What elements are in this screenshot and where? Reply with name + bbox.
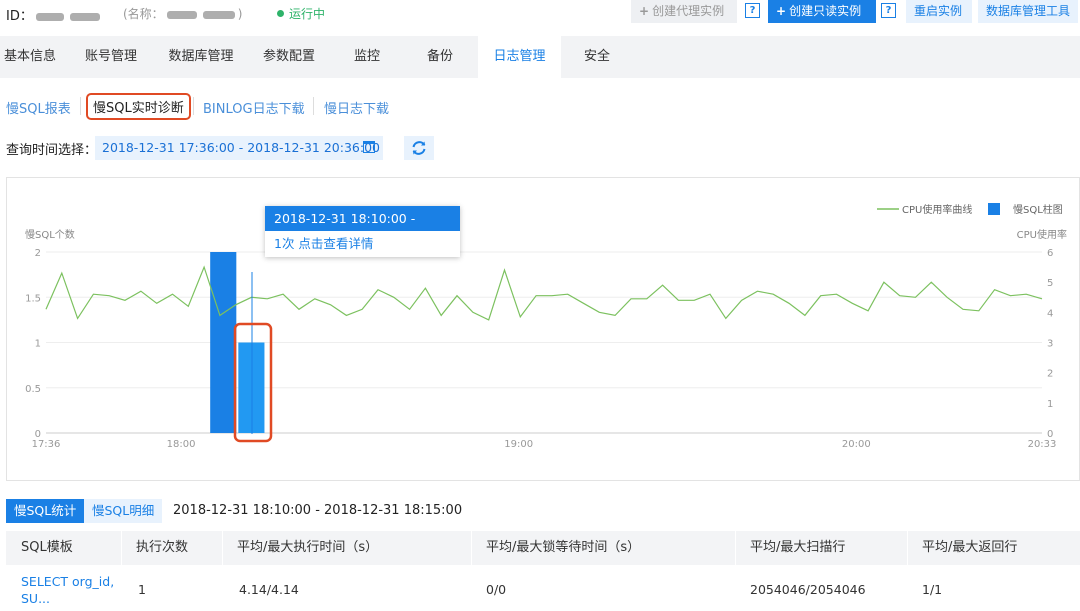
name-prefix: (名称：	[123, 7, 164, 21]
subtab-slowlog-download[interactable]: 慢日志下载	[324, 98, 389, 117]
instance-name: (名称：)	[123, 7, 243, 21]
restart-button[interactable]: 重启实例	[906, 0, 972, 23]
create-readonly-label: 创建只读实例	[789, 4, 862, 18]
x-tick: 20:33	[1028, 439, 1057, 450]
x-tick: 17:36	[32, 439, 61, 450]
subtab-slow-sql-realtime[interactable]: 慢SQL实时诊断	[86, 93, 191, 120]
slow-sql-chart: CPU使用率曲线 慢SQL柱图 慢SQL个数 CPU使用率 2 1.5 1 0.5 0 6…	[6, 177, 1080, 481]
refresh-icon	[412, 141, 426, 155]
instance-header: ID： (名称：) 运行中 + 创建代理实例 ? + 创建只读实例 ? 重启实例 数…	[0, 0, 1080, 26]
tab-slow-sql-detail[interactable]: 慢SQL明细	[84, 499, 163, 523]
help-icon[interactable]: ?	[745, 3, 760, 18]
y-tick-right: 6	[1047, 248, 1053, 259]
y-tick-left: 1	[35, 339, 41, 350]
scan-rows: 2054046/2054046	[750, 582, 866, 597]
sql-template-link[interactable]: SELECT org_id, SU...	[21, 573, 114, 607]
create-proxy-label: 创建代理实例	[652, 4, 725, 18]
create-readonly-button[interactable]: + 创建只读实例	[768, 0, 876, 23]
exec-time: 4.14/4.14	[239, 582, 299, 597]
tooltip-time: 2018-12-31 18:10:00 - 18:15:00	[265, 206, 460, 251]
instance-id: ID：	[6, 5, 103, 24]
tab-log-management[interactable]: 日志管理	[478, 36, 561, 78]
legend-cpu-line[interactable]: CPU使用率曲线	[902, 203, 972, 216]
plus-icon: +	[776, 4, 787, 18]
return-rows: 1/1	[922, 582, 943, 597]
tab-security[interactable]: 安全	[577, 36, 617, 78]
tooltip-detail-link[interactable]: 1次 点击查看详情	[265, 231, 460, 256]
tab-basic-info[interactable]: 基本信息	[0, 36, 60, 78]
subtab-divider	[313, 97, 314, 115]
status-dot-icon	[277, 10, 284, 17]
legend-bar-marker	[988, 203, 1000, 215]
y-tick-right: 2	[1047, 369, 1053, 380]
y-tick-right: 3	[1047, 339, 1053, 350]
col-lock-time: 平均/最大锁等待时间（s）	[486, 540, 641, 555]
y-tick-right: 1	[1047, 399, 1053, 410]
col-exec-time: 平均/最大执行时间（s）	[237, 540, 379, 555]
exec-count: 1	[138, 582, 146, 597]
col-scan-rows: 平均/最大扫描行	[750, 540, 846, 555]
tab-accounts[interactable]: 账号管理	[80, 36, 142, 78]
tab-backup[interactable]: 备份	[420, 36, 460, 78]
id-label: ID：	[6, 9, 33, 24]
table-header: SQL模板 执行次数 平均/最大执行时间（s） 平均/最大锁等待时间（s） 平均…	[6, 531, 1080, 565]
y-axis-right-label: CPU使用率	[1017, 228, 1067, 241]
help-icon[interactable]: ?	[881, 3, 896, 18]
lock-time: 0/0	[486, 582, 507, 597]
main-tabs: 基本信息 账号管理 数据库管理 参数配置 监控 备份 日志管理 安全	[0, 36, 1080, 78]
tab-params[interactable]: 参数配置	[258, 36, 320, 78]
subtab-divider	[80, 97, 81, 115]
chart-canvas: CPU使用率曲线 慢SQL柱图 慢SQL个数 CPU使用率 21.510.506…	[25, 203, 1067, 450]
y-tick-right: 4	[1047, 308, 1053, 319]
x-tick: 19:00	[504, 439, 533, 450]
col-sql-template: SQL模板	[21, 540, 73, 555]
col-return-rows: 平均/最大返回行	[922, 540, 1018, 555]
slow-sql-bar[interactable]	[210, 252, 237, 433]
selected-range: 2018-12-31 18:10:00 - 2018-12-31 18:15:0…	[173, 503, 463, 518]
y-tick-left: 0.5	[25, 384, 41, 395]
query-time-label: 查询时间选择：	[6, 143, 98, 158]
tab-db-management[interactable]: 数据库管理	[162, 36, 240, 78]
x-tick: 20:00	[842, 439, 871, 450]
subtab-slow-sql-report[interactable]: 慢SQL报表	[6, 98, 71, 117]
slow-sql-bar[interactable]	[238, 342, 265, 434]
plus-icon: +	[639, 4, 650, 18]
y-axis-left-label: 慢SQL个数	[25, 228, 75, 241]
create-proxy-button[interactable]: + 创建代理实例	[631, 0, 737, 23]
legend-slow-sql-bar[interactable]: 慢SQL柱图	[1013, 203, 1063, 216]
bar-tooltip: 2018-12-31 18:10:00 - 18:15:00 1次 点击查看详情	[265, 206, 460, 257]
y-tick-left: 2	[35, 248, 41, 259]
status-badge: 运行中	[277, 5, 325, 22]
y-tick-right: 5	[1047, 278, 1053, 289]
sql-template-line: SELECT org_id,	[21, 574, 115, 589]
refresh-button[interactable]	[404, 136, 434, 160]
y-tick-left: 1.5	[25, 293, 41, 304]
x-tick: 18:00	[167, 439, 196, 450]
sql-template-line: SU...	[21, 591, 51, 606]
cpu-usage-line	[45, 265, 1043, 321]
col-exec-count: 执行次数	[136, 540, 189, 555]
subtab-binlog-download[interactable]: BINLOG日志下载	[203, 98, 305, 117]
subtab-divider	[193, 97, 194, 115]
tab-slow-sql-stats[interactable]: 慢SQL统计	[6, 499, 85, 523]
time-range-picker[interactable]: 2018-12-31 17:36:00 - 2018-12-31 20:36:0…	[95, 136, 383, 160]
tab-monitor[interactable]: 监控	[345, 36, 389, 78]
status-text: 运行中	[289, 7, 326, 21]
db-tool-button[interactable]: 数据库管理工具	[978, 0, 1078, 23]
calendar-icon[interactable]	[363, 141, 375, 153]
